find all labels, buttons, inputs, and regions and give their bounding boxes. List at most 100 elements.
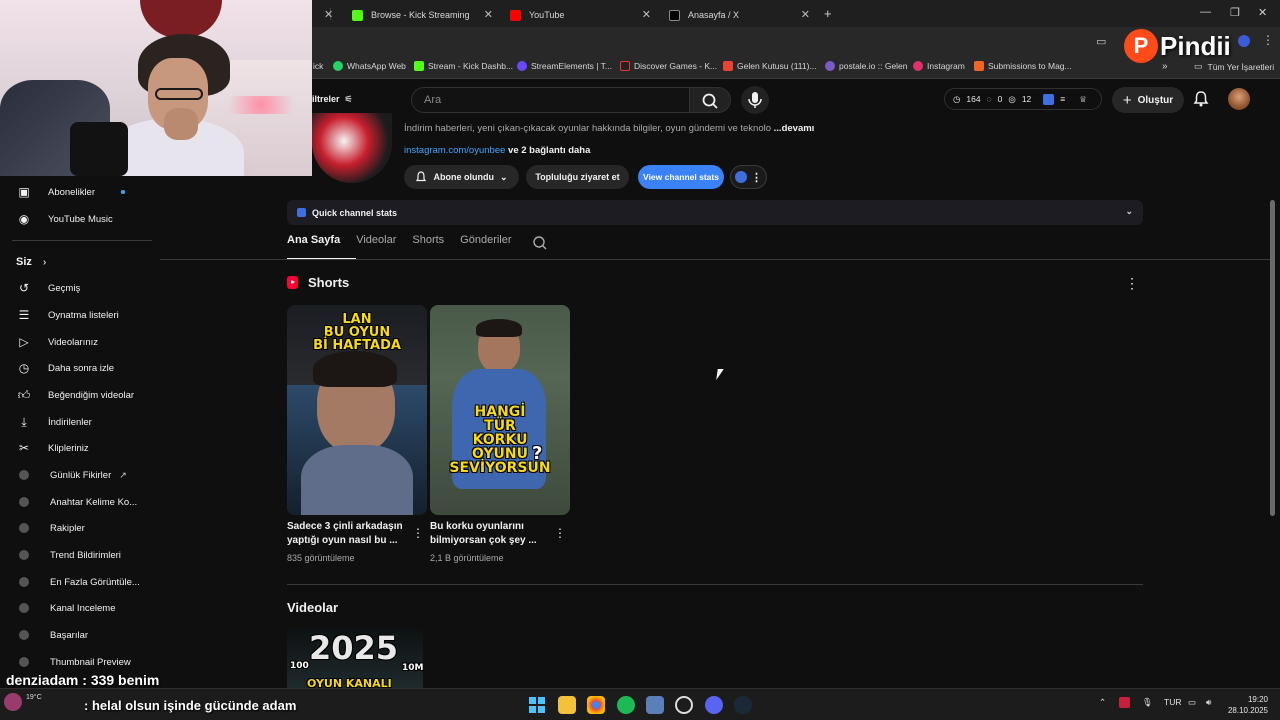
search-input[interactable]: Ara <box>411 87 690 113</box>
sidebar-item-achievements[interactable]: Başarılar <box>0 622 160 648</box>
app-icon[interactable] <box>646 696 664 714</box>
video-thumbnail[interactable]: 2025 100 10M OYUN KANALI <box>287 628 423 688</box>
sidebar-item-your-videos[interactable]: ▷ Videolarınız <box>0 329 160 355</box>
subscribed-button[interactable]: Abone olundu ⌄ <box>404 165 519 189</box>
short-menu-icon[interactable]: ⋮ <box>412 526 424 540</box>
weather-temp: 19°C <box>26 693 42 701</box>
list-icon[interactable]: ≡ <box>1060 94 1065 104</box>
sidebar-item-watch-later[interactable]: ◷ Daha sonra izle <box>0 355 160 381</box>
filters-button[interactable]: iltreler ⚟ <box>312 94 353 105</box>
channel-avatar[interactable] <box>312 113 392 183</box>
tab-home[interactable]: Ana Sayfa <box>287 234 357 260</box>
short-title[interactable]: Sadece 3 çinli arkadaşın yaptığı oyun na… <box>287 520 405 548</box>
minimize-icon[interactable]: — <box>1200 6 1211 18</box>
close-tab-icon[interactable]: ✕ <box>324 8 333 21</box>
more-links[interactable]: ve 2 bağlantı daha <box>505 145 590 156</box>
create-button[interactable]: + Oluştur <box>1112 87 1184 113</box>
voice-search-button[interactable] <box>741 86 769 114</box>
shorts-menu-icon[interactable]: ⋮ <box>1125 275 1139 292</box>
start-icon[interactable] <box>528 696 546 714</box>
bookmark[interactable]: postale.io :: Gelen <box>825 61 908 71</box>
tab-shorts[interactable]: Shorts <box>412 234 460 260</box>
tab-videos[interactable]: Videolar <box>356 234 412 260</box>
sidebar-item-liked[interactable]: 👍︎ Beğendiğim videolar <box>0 382 160 408</box>
vidiq-icon[interactable] <box>1043 93 1055 105</box>
sidebar-item-daily-ideas[interactable]: Günlük Fikirler ↗ <box>0 462 160 488</box>
tab-x[interactable]: Anasayfa / X ✕ <box>661 4 816 26</box>
tray-network-icon[interactable]: ▭ <box>1188 697 1196 708</box>
thumb-line: TÜR <box>484 418 516 434</box>
short-menu-icon[interactable]: ⋮ <box>554 526 566 540</box>
vidiq-menu-button[interactable]: ⋮ <box>730 165 767 189</box>
tray-app-icon[interactable] <box>1119 697 1130 708</box>
sidebar-item-channel-audit[interactable]: Kanal Inceleme <box>0 595 160 621</box>
cam-person-hand <box>164 108 198 140</box>
sidebar-item-youtube-music[interactable]: ◉ YouTube Music <box>0 206 160 232</box>
sidebar-item-history[interactable]: ↺ Geçmiş <box>0 275 160 301</box>
profile-icon[interactable] <box>1238 35 1250 47</box>
tab-posts[interactable]: Gönderiler <box>460 234 527 260</box>
bookmark[interactable]: WhatsApp Web <box>333 61 406 71</box>
menu-dots-icon[interactable]: ⋮ <box>1262 33 1274 47</box>
close-tab-icon[interactable]: ✕ <box>484 8 493 21</box>
quick-stats-label: Quick channel stats <box>312 207 398 218</box>
visit-community-button[interactable]: Topluluğu ziyaret et <box>526 165 629 189</box>
bookmark[interactable]: StreamElements | T... <box>517 61 612 71</box>
sidebar-item-clips[interactable]: ✂ Klipleriniz <box>0 435 160 461</box>
close-tab-icon[interactable]: ✕ <box>642 8 651 21</box>
notifications-icon[interactable] <box>1192 90 1210 108</box>
short-title[interactable]: Bu korku oyunlarını bilmiyorsan çok şey … <box>430 520 548 548</box>
steam-icon[interactable] <box>734 696 752 714</box>
channel-search-icon[interactable] <box>532 235 548 251</box>
new-tab-icon[interactable]: + <box>824 6 832 21</box>
restore-icon[interactable]: ❐ <box>1230 6 1240 19</box>
search-button[interactable] <box>689 87 731 113</box>
mic-icon <box>748 92 762 108</box>
obs-icon[interactable] <box>675 696 693 714</box>
chrome-icon[interactable] <box>587 696 605 714</box>
section-divider <box>287 584 1143 585</box>
view-channel-stats-button[interactable]: View channel stats <box>638 165 724 189</box>
spotify-icon[interactable] <box>617 696 635 714</box>
page-scrollbar[interactable] <box>1270 200 1275 516</box>
sidebar-item-keyword-tool[interactable]: Anahtar Kelime Ko... <box>0 489 160 515</box>
bookmark[interactable]: Gelen Kutusu (111)... <box>723 61 817 71</box>
weather-widget[interactable]: 19°C <box>4 693 42 711</box>
short-thumbnail[interactable]: LAN BU OYUN Bİ HAFTADA <box>287 305 427 515</box>
tab-kick[interactable]: Browse - Kick Streaming ✕ <box>344 4 499 26</box>
bookmark[interactable]: Stream - Kick Dashb... <box>414 61 513 71</box>
tray-mic-icon[interactable]: 🎙︎ <box>1142 697 1153 708</box>
short-thumbnail[interactable]: HANGİ TÜR KORKU OYUNU SEVİYORSUN ? <box>430 305 570 515</box>
channel-stats-widget[interactable]: ◷ 164 ◌ 0 ◎ 12 ≡ ♕ <box>944 88 1102 110</box>
file-explorer-icon[interactable] <box>558 696 576 714</box>
chevron-down-icon[interactable]: ⌄ <box>1125 206 1133 217</box>
cast-icon[interactable]: ▭ <box>1096 35 1106 48</box>
close-tab-icon[interactable]: ✕ <box>801 8 810 21</box>
description-more[interactable]: ...devamı <box>774 123 815 134</box>
tab-youtube[interactable]: YouTube ✕ <box>502 4 657 26</box>
discord-icon[interactable] <box>705 696 723 714</box>
bookmark[interactable]: ick <box>313 61 323 71</box>
search-icon <box>702 93 718 109</box>
bookmark[interactable]: Discover Games - K... <box>620 61 717 71</box>
window-close-icon[interactable]: ✕ <box>1258 6 1267 19</box>
quick-channel-stats-bar[interactable]: Quick channel stats ⌄ <box>287 200 1143 225</box>
sidebar-section-you[interactable]: Siz › <box>16 256 46 268</box>
tray-overflow-icon[interactable]: ⌃ <box>1099 697 1106 708</box>
bookmark[interactable]: Submissions to Mag... <box>974 61 1072 71</box>
tray-volume-icon[interactable]: 🔊︎ <box>1206 697 1211 708</box>
bookmark[interactable]: Instagram <box>913 61 965 71</box>
channel-description[interactable]: İndirim haberleri, yeni çıkan-çıkacak oy… <box>404 123 814 134</box>
sidebar-item-most-viewed[interactable]: En Fazla Görüntüle... <box>0 569 160 595</box>
taskbar-clock[interactable]: 19:20 28.10.2025 <box>1228 694 1268 716</box>
sidebar-item-competitors[interactable]: Rakipler <box>0 515 160 541</box>
account-avatar[interactable] <box>1228 88 1250 110</box>
sidebar-item-trend-alerts[interactable]: Trend Bildirimleri <box>0 542 160 568</box>
trophy-icon[interactable]: ♕ <box>1079 94 1087 105</box>
sidebar-item-playlists[interactable]: ☰ Oynatma listeleri <box>0 302 160 328</box>
tray-language[interactable]: TUR <box>1164 697 1181 707</box>
channel-links[interactable]: instagram.com/oyunbee ve 2 bağlantı daha <box>404 145 590 156</box>
sidebar-item-subscriptions[interactable]: ▣ Abonelikler <box>0 179 160 205</box>
instagram-link[interactable]: instagram.com/oyunbee <box>404 145 505 156</box>
sidebar-item-downloads[interactable]: ⤓ İndirilenler <box>0 409 160 435</box>
